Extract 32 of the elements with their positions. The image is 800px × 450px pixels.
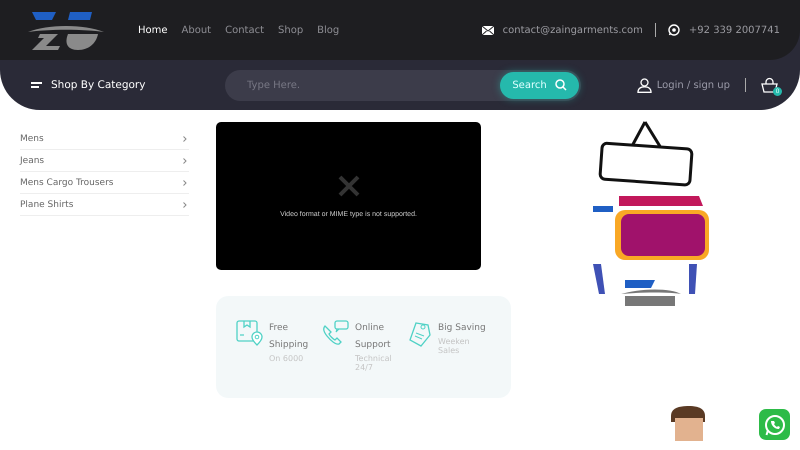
nav-link[interactable]: About — [182, 24, 212, 36]
search-field[interactable]: Type Here. — [245, 78, 449, 92]
user-icon — [636, 78, 652, 92]
mail-icon — [482, 26, 494, 34]
chevron-icon — [183, 180, 187, 186]
basket-icon — [761, 77, 778, 93]
whatsapp-icon — [668, 24, 680, 36]
category-item[interactable]: Mens Cargo Trousers — [20, 172, 189, 194]
phone-text: +92 339 2007741 — [688, 24, 780, 36]
search-icon — [554, 79, 567, 91]
chevron-icon — [183, 202, 187, 208]
close-icon — [338, 174, 360, 196]
chevron-icon — [183, 136, 187, 142]
category-item[interactable]: Jeans — [20, 150, 189, 172]
phone-chat-icon — [322, 320, 349, 346]
category-item[interactable]: Mens — [20, 128, 189, 150]
feature-title: Online Support — [355, 322, 392, 352]
menu-icon — [31, 82, 42, 88]
price-tag-icon — [408, 320, 432, 347]
login-link[interactable]: Login / sign up — [636, 78, 730, 92]
whatsapp-icon — [764, 414, 786, 436]
chevron-icon — [183, 158, 187, 164]
category-menu-button[interactable]: Shop By Category — [31, 79, 225, 91]
category-item[interactable]: Plane Shirts — [20, 194, 189, 216]
nav-link[interactable]: Blog — [317, 24, 340, 36]
box-pin-icon — [236, 320, 263, 346]
feature-title: Free Shipping — [269, 322, 310, 352]
nav-link[interactable]: Home — [138, 24, 168, 36]
email-text: contact@zaingarments.com — [502, 24, 643, 36]
nav-link[interactable]: Shop — [278, 24, 304, 36]
nav-link[interactable]: Contact — [225, 24, 264, 36]
feature-title: Big Saving — [438, 322, 487, 335]
